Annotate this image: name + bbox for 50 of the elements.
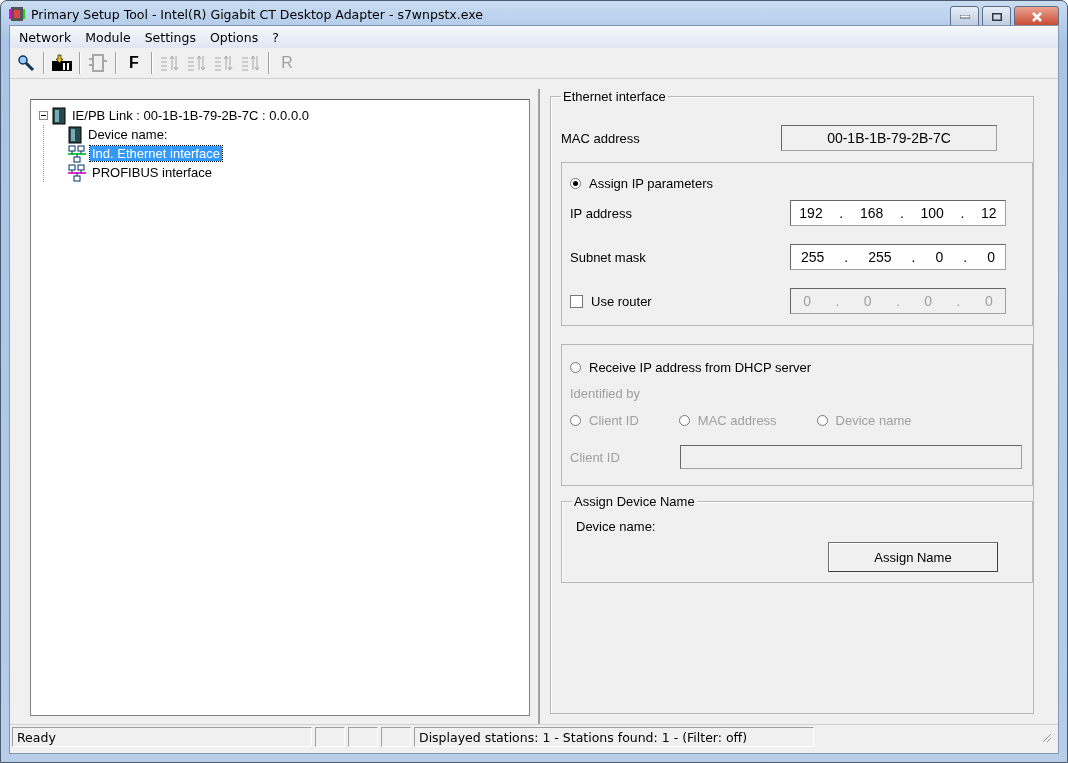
- sort-icon: [241, 55, 261, 71]
- tree-item[interactable]: IE/PB Link : 00-1B-1B-79-2B-7C : 0.0.0.0: [70, 108, 311, 123]
- device-icon: [52, 106, 66, 125]
- tree-item[interactable]: Device name:: [86, 127, 170, 142]
- mac-address-field: 00-1B-1B-79-2B-7C: [781, 125, 997, 151]
- search-icon: [17, 54, 35, 72]
- ip-address-field[interactable]: 255 . 255 . 0 . 0: [790, 244, 1006, 270]
- maximize-icon: [991, 12, 1002, 21]
- menu-item[interactable]: Module: [78, 27, 138, 47]
- status-pane: [348, 727, 378, 747]
- close-button[interactable]: [1014, 6, 1059, 27]
- menu-item[interactable]: Options: [202, 27, 266, 47]
- field-label: Identified by: [570, 385, 641, 401]
- collapse-icon[interactable]: [39, 111, 48, 120]
- client-id-field[interactable]: [680, 445, 1022, 469]
- field-label: Device name:: [576, 519, 656, 534]
- sort-icon: [214, 55, 234, 71]
- tree-item[interactable]: PROFIBUS interface: [90, 165, 214, 180]
- resize-grip-icon[interactable]: [1040, 731, 1052, 743]
- window-title: Primary Setup Tool - Intel(R) Gigabit CT Desktop Adapter - s7wnpstx.exe: [31, 6, 484, 22]
- network-icon: [68, 144, 86, 163]
- field-label: MAC address: [561, 130, 641, 146]
- field-label: Client ID: [570, 449, 621, 465]
- menu-item[interactable]: Settings: [137, 27, 203, 47]
- use-router-checkbox[interactable]: Use router: [570, 293, 652, 309]
- module-icon: [89, 53, 107, 73]
- sort-icon: [187, 55, 207, 71]
- toolbar-button[interactable]: F: [122, 51, 146, 75]
- menu-item[interactable]: ?: [265, 27, 286, 47]
- minimize-icon: [959, 14, 970, 19]
- network-icon: [68, 163, 86, 182]
- close-icon: [1030, 11, 1043, 22]
- status-text: Displayed stations: 1 - Stations found: 1 - (Filter: off): [414, 727, 814, 747]
- assign-name-button[interactable]: Assign Name: [828, 542, 998, 572]
- maximize-button[interactable]: [982, 6, 1011, 27]
- status-text: Ready: [12, 727, 312, 747]
- sort-icon: [160, 55, 180, 71]
- minimize-button[interactable]: [950, 6, 979, 27]
- group-title: Ethernet interface: [562, 89, 667, 104]
- status-pane: [315, 727, 345, 747]
- group-title: Assign Device Name: [573, 494, 696, 509]
- status-pane: [381, 727, 411, 747]
- app-icon: [9, 6, 25, 22]
- device-icon: [68, 125, 82, 144]
- menu-item[interactable]: Network: [12, 27, 79, 47]
- field-label: IP address: [570, 205, 633, 221]
- station-arrow-icon: [51, 54, 73, 72]
- field-label: Subnet mask: [570, 249, 647, 265]
- ip-address-field[interactable]: 192 . 168 . 100 . 12: [790, 200, 1006, 226]
- radio-option[interactable]: Assign IP parameters: [570, 175, 714, 191]
